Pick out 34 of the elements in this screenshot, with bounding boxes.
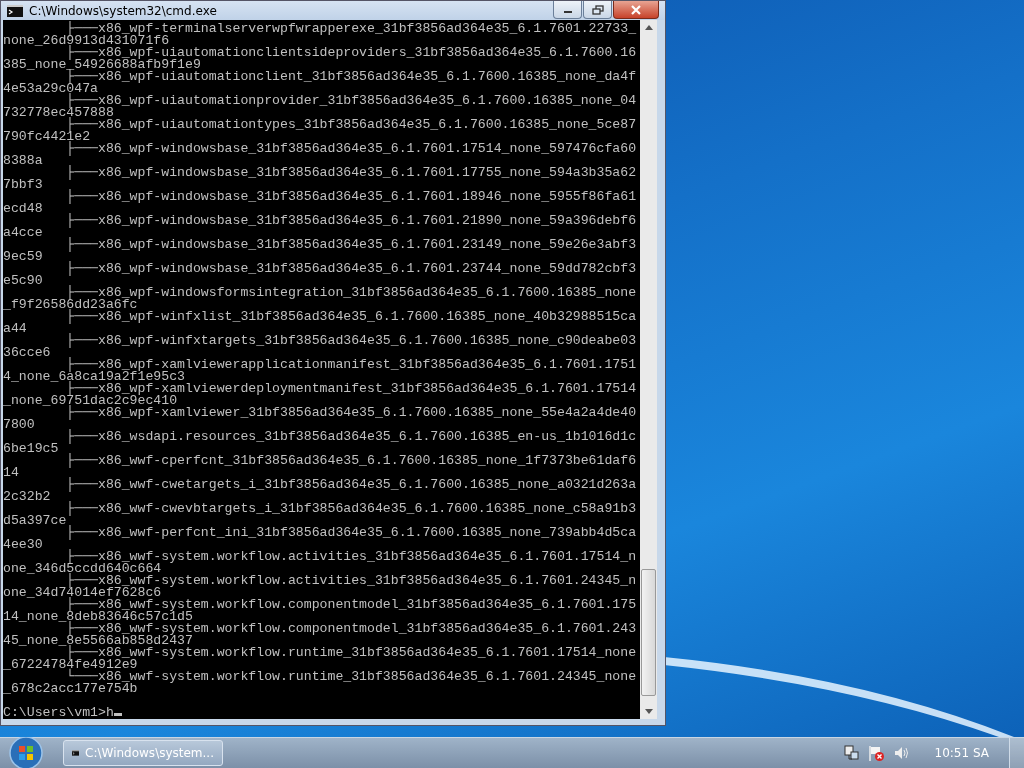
scrollbar[interactable]	[640, 20, 657, 719]
console-icon	[7, 4, 23, 17]
console-line: ├───x86_wpf-uiautomationclient_31bf3856ad364e35_6.1.7600.16385_none_da4f4e53a29c047a	[3, 71, 637, 95]
console-line: ├───x86_wwf-system.workflow.runtime_31bf3856ad364e35_6.1.7601.17514_none_67224784fe4912e9	[3, 647, 637, 671]
window-title: C:\Windows\system32\cmd.exe	[29, 3, 217, 18]
close-button[interactable]	[613, 1, 659, 19]
minimize-button[interactable]	[553, 1, 582, 19]
network-icon[interactable]	[842, 745, 859, 761]
console-line: ├───x86_wpf-uiautomationprovider_31bf3856ad364e35_6.1.7600.16385_none_04732778ec457888	[3, 95, 637, 119]
console-icon	[72, 747, 80, 759]
console-line: ├───x86_wpf-uiautomationclientsideproviders_31bf3856ad364e35_6.1.7600.16385_none_54926688afb9f1e9	[3, 47, 637, 71]
text-cursor	[113, 713, 122, 716]
console-line: └───x86_wwf-system.workflow.runtime_31bf3856ad364e35_6.1.7601.24345_none_678c2acc177e754b	[3, 671, 637, 695]
scroll-down-icon[interactable]	[644, 709, 653, 714]
console-line: ├───x86_wpf-xamlviewerapplicationmanifest_31bf3856ad364e35_6.1.7601.17514_none_6a8ca19a2f1e95c3	[3, 359, 637, 383]
console-line: ├───x86_wpf-terminalserverwpfwrapperexe_31bf3856ad364e35_6.1.7601.22733_none_26d9913d431071f6	[3, 23, 637, 47]
console-line: ├───x86_wpf-windowsformsintegration_31bf3856ad364e35_6.1.7600.16385_none_f9f26586dd23a6fc	[3, 287, 637, 311]
start-button[interactable]	[9, 736, 43, 768]
taskbar-window-button[interactable]: C:\Windows\system...	[63, 740, 223, 766]
action-center-flag-icon[interactable]	[866, 744, 885, 762]
command-prompt: C:\Users\vm1>h	[3, 705, 114, 719]
console-line: ├───x86_wwf-system.workflow.componentmodel_31bf3856ad364e35_6.1.7601.17514_none_8deb83646c57c1d5	[3, 599, 637, 623]
console-line: ├───x86_wpf-uiautomationtypes_31bf3856ad364e35_6.1.7600.16385_none_5ce87790fc4421e2	[3, 119, 637, 143]
scroll-thumb[interactable]	[641, 569, 656, 696]
console-line: ├───x86_wpf-xamlviewerdeploymentmanifest_31bf3856ad364e35_6.1.7601.17514_none_69751dac2c9ec410	[3, 383, 637, 407]
clock[interactable]: 10:51 SA	[934, 746, 989, 760]
restore-button[interactable]	[583, 1, 612, 19]
console-line: ├───x86_wwf-system.workflow.activities_31bf3856ad364e35_6.1.7601.24345_none_34d74014ef7628c6	[3, 575, 637, 599]
console-line: ├───x86_wwf-system.workflow.activities_31bf3856ad364e35_6.1.7601.17514_none_346d5ccdd640c664	[3, 551, 637, 575]
scroll-up-icon[interactable]	[644, 25, 653, 30]
speaker-icon[interactable]	[892, 745, 909, 761]
close-icon	[630, 4, 642, 15]
restore-icon	[591, 4, 604, 15]
console-line: ├───x86_wwf-system.workflow.componentmodel_31bf3856ad364e35_6.1.7601.24345_none_8e5566ab858d2437	[3, 623, 637, 647]
